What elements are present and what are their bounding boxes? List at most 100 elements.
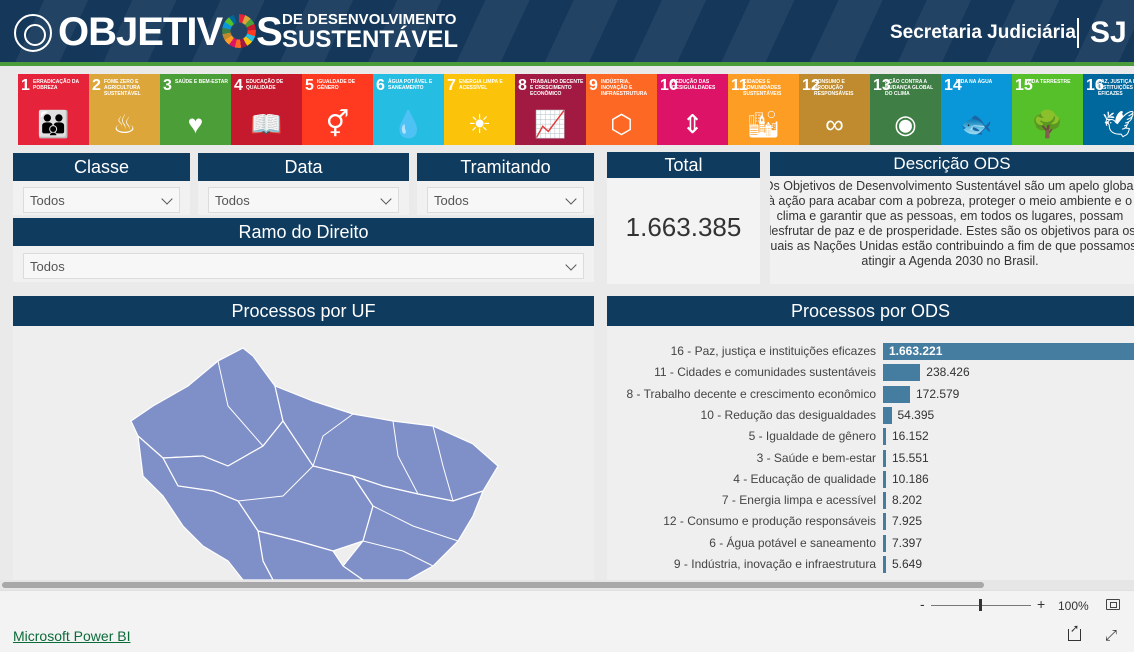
bar-mark[interactable] [883, 470, 886, 488]
ods-12-icon: ∞ [825, 109, 844, 139]
ods-bar-row[interactable]: 16 - Paz, justiça e instituições eficaze… [607, 341, 1134, 362]
processos-ods-title: Processos por ODS [607, 296, 1134, 326]
ods-tile-label: Consumo e produção responsáveis [814, 79, 854, 97]
bar-category-label: 8 - Trabalho decente e crescimento econô… [626, 386, 876, 401]
data-dropdown[interactable]: Todos [208, 187, 399, 213]
ods-tile-10[interactable]: 10 Redução das desigualdades ⇕ [657, 74, 728, 145]
brazil-map[interactable] [13, 326, 594, 580]
scrollbar-thumb[interactable] [2, 582, 984, 588]
ods-tile-label: Saúde e bem-estar [175, 79, 228, 85]
ods-bar-row[interactable]: 3 - Saúde e bem-estar 15.551 [607, 448, 1134, 469]
descricao-title: Descrição ODS [770, 152, 1134, 176]
ods-bar-row[interactable]: 8 - Trabalho decente e crescimento econô… [607, 384, 1134, 405]
secretaria-label: Secretaria Judiciária [890, 22, 1076, 43]
total-value: 1.663.385 [625, 212, 742, 242]
bar-mark[interactable] [883, 428, 886, 446]
ods-bar-row[interactable]: 10 - Redução das desigualdades 54.395 [607, 405, 1134, 426]
bar-mark[interactable] [883, 449, 886, 467]
brand-title-start: OBJETIV [58, 10, 223, 54]
ods-tile-2[interactable]: 2 Fome zero e agricultura sustentável ♨ [89, 74, 160, 145]
ods-bar-row[interactable]: 4 - Educação de qualidade 10.186 [607, 469, 1134, 490]
bar-mark[interactable] [883, 385, 910, 403]
zoom-in-button[interactable]: + [1037, 596, 1045, 612]
processos-ods-panel: Processos por ODS 16 - Paz, justiça e in… [607, 296, 1134, 580]
share-icon[interactable] [1068, 622, 1081, 641]
ods-tile-label: Paz, justiça e instituições eficazes [1098, 79, 1134, 97]
ods-tile-5[interactable]: 5 Igualdade de gênero ⚥ [302, 74, 373, 145]
chevron-down-icon [380, 193, 392, 205]
fit-to-page-icon[interactable] [1106, 599, 1120, 610]
ods-tile-3[interactable]: 3 Saúde e bem-estar ♥ [160, 74, 231, 145]
ods-tile-14[interactable]: 14 Vida na água 🐟 [941, 74, 1012, 145]
ods-14-icon: 🐟 [960, 109, 993, 139]
ramo-dropdown[interactable]: Todos [23, 253, 584, 279]
ramo-dropdown-value: Todos [30, 259, 65, 274]
ods-8-icon: 📈 [534, 109, 567, 139]
data-dropdown-value: Todos [215, 193, 250, 208]
ods-tile-1[interactable]: 1 Erradicação da pobreza 👪 [18, 74, 89, 145]
fullscreen-icon[interactable]: ⤢ [1105, 627, 1117, 644]
ods-bar-row[interactable]: 7 - Energia limpa e acessível 8.202 [607, 490, 1134, 511]
ods-15-icon: 🌳 [1031, 109, 1064, 139]
bar-value-label: 238.426 [926, 365, 970, 380]
filter-tramitando: Tramitando Todos [417, 153, 594, 215]
bar-mark[interactable] [883, 406, 892, 424]
bar-mark[interactable] [883, 492, 886, 510]
ods-tile-label: Água potável e saneamento [388, 79, 433, 91]
ods-tile-number: 6 [376, 77, 385, 94]
ods-tile-9[interactable]: 9 Indústria, inovação e infraestrutura ⬡ [586, 74, 657, 145]
bar-value-label: 5.649 [892, 557, 923, 571]
ods-tile-label: Erradicação da pobreza [33, 79, 79, 91]
ods-tile-15[interactable]: 15 Vida terrestre 🌳 [1012, 74, 1083, 145]
ods-3-icon: ♥ [187, 109, 204, 139]
bar-mark[interactable] [883, 513, 886, 531]
ods-tile-label: Igualdade de gênero [317, 79, 356, 91]
ods-tile-4[interactable]: 4 Educação de qualidade 📖 [231, 74, 302, 145]
filter-ramo-title: Ramo do Direito [13, 218, 594, 246]
tramitando-dropdown[interactable]: Todos [427, 187, 584, 213]
bar-category-label: 11 - Cidades e comunidades sustentáveis [654, 365, 876, 380]
ods-bar-row[interactable]: 6 - Água potável e saneamento 7.397 [607, 533, 1134, 554]
bar-value-label: 172.579 [915, 386, 960, 401]
brand-subtitle-line1: DE DESENVOLVIMENTO [282, 11, 457, 28]
ods-tile-label: Vida terrestre [1027, 79, 1071, 85]
brand-subtitle-line2: SUSTENTÁVEL [282, 26, 459, 53]
ods-11-icon: 🏙 [746, 109, 780, 139]
ods-1-icon: 👪 [37, 109, 70, 139]
ods-tile-13[interactable]: 13 Ação contra a mudança global do clima ◉ [870, 74, 941, 145]
ods-4-icon: 📖 [250, 109, 283, 139]
ods-tile-label: Fome zero e agricultura sustentável [104, 79, 141, 97]
bar-mark[interactable] [883, 534, 886, 552]
zoom-toolbar: - + 100% [0, 590, 1134, 618]
ods-tile-number: 3 [163, 77, 172, 94]
ods-tile-11[interactable]: 11 Cidades e comunidades sustentáveis 🏙 [728, 74, 799, 145]
filter-classe: Classe Todos [13, 153, 190, 215]
bar-mark[interactable] [883, 364, 921, 382]
powerbi-footer: Microsoft Power BI ⤢ [0, 618, 1134, 652]
ods-16-icon: 🕊 [1101, 109, 1134, 139]
bar-value-label: 7.397 [892, 535, 923, 550]
filter-data: Data Todos [198, 153, 409, 215]
ods-13-icon: ◉ [894, 109, 917, 139]
horizontal-scrollbar[interactable] [0, 580, 1134, 590]
ods-bar-row[interactable]: 5 - Igualdade de gênero 16.152 [607, 426, 1134, 447]
bar-mark[interactable] [883, 556, 886, 573]
zoom-slider-handle[interactable] [979, 599, 982, 611]
ods-tile-7[interactable]: 7 Energia limpa e acessível ☀ [444, 74, 515, 145]
ods-6-icon: 💧 [392, 109, 425, 139]
ods-bar-row[interactable]: 9 - Indústria, inovação e infraestrutura… [607, 554, 1134, 575]
powerbi-link[interactable]: Microsoft Power BI [13, 628, 130, 644]
chevron-down-icon [565, 259, 577, 271]
ods-tile-6[interactable]: 6 Água potável e saneamento 💧 [373, 74, 444, 145]
bar-category-label: 3 - Saúde e bem-estar [756, 450, 876, 465]
ods-10-icon: ⇕ [681, 109, 704, 139]
ods-bar-row[interactable]: 11 - Cidades e comunidades sustentáveis 2… [607, 362, 1134, 383]
zoom-out-button[interactable]: - [920, 596, 925, 612]
brand-title: OBJETIV S [58, 8, 283, 56]
classe-dropdown[interactable]: Todos [23, 187, 180, 213]
descricao-ods-card: Descrição ODS Os Objetivos de Desenvolvi… [770, 152, 1134, 284]
ods-tile-16[interactable]: 16 Paz, justiça e instituições eficazes 🕊 [1083, 74, 1134, 145]
ods-tile-12[interactable]: 12 Consumo e produção responsáveis ∞ [799, 74, 870, 145]
ods-bar-row[interactable]: 12 - Consumo e produção responsáveis 7.92… [607, 511, 1134, 532]
ods-tile-8[interactable]: 8 Trabalho decente e crescimento econômic… [515, 74, 586, 145]
